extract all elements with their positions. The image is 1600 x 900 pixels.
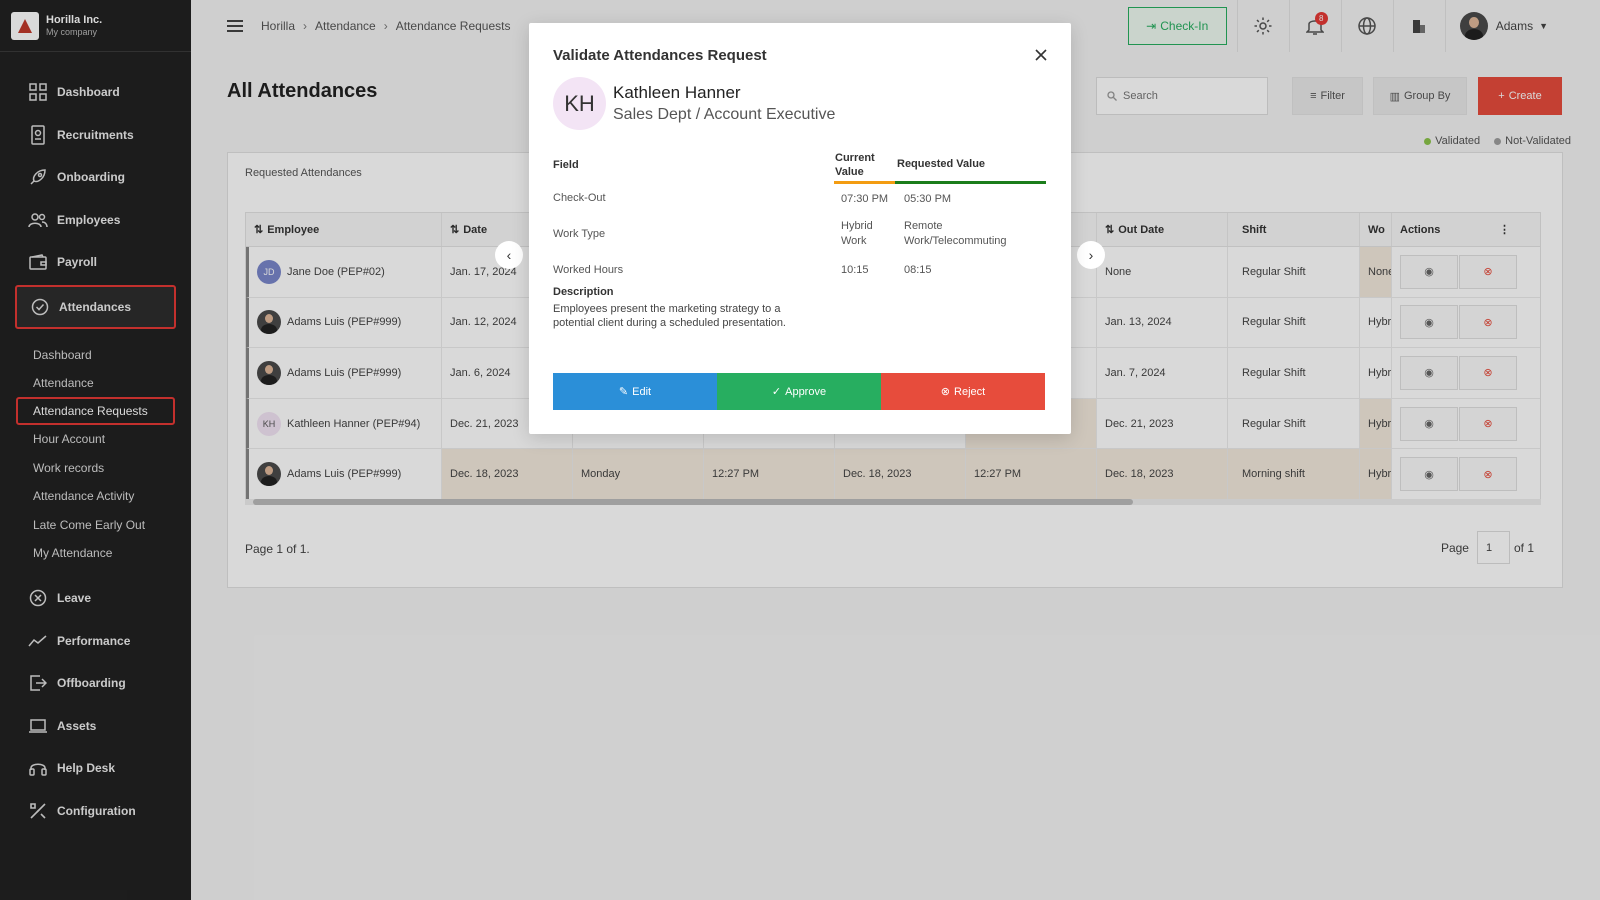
approve-button[interactable]: ✓ Approve [717,373,881,410]
validate-request-modal: Validate Attendances Request KH Kathleen… [529,23,1071,434]
edit-label: Edit [632,385,652,398]
current-value-bar [834,181,895,184]
description-label: Description [553,286,614,298]
requested-value-header: Requested Value [897,158,986,170]
field-worked-hours: Worked Hours [553,264,624,276]
reject-label: Reject [954,385,986,398]
field-check-out: Check-Out [553,192,606,204]
modal-title: Validate Attendances Request [553,47,767,64]
current-check-out: 07:30 PM [841,193,889,205]
edit-button[interactable]: ✎ Edit [553,373,717,410]
x-circle-icon: ⊗ [940,386,951,398]
requested-worked-hours: 08:15 [904,264,932,276]
current-value-header: Current Value [835,152,875,178]
requested-check-out: 05:30 PM [904,193,952,205]
current-worked-hours: 10:15 [841,264,869,276]
approve-label: Approve [785,385,827,398]
employee-department: Sales Dept / Account Executive [613,106,836,123]
edit-icon: ✎ [618,386,629,398]
close-icon[interactable] [1033,47,1049,63]
check-icon: ✓ [771,386,782,398]
chevron-left-icon: ‹ [506,247,512,263]
employee-avatar: KH [553,77,606,130]
reject-button[interactable]: ⊗ Reject [881,373,1045,410]
field-header: Field [553,159,579,171]
chevron-right-icon: › [1088,247,1094,263]
requested-work-type: Remote Work/Telecommuting [904,220,1007,247]
next-request-button[interactable]: › [1077,241,1105,269]
description-text: Employees present the marketing strategy… [553,303,786,329]
current-work-type: Hybrid Work [841,220,873,247]
field-work-type: Work Type [553,228,606,240]
employee-name: Kathleen Hanner [613,83,741,102]
requested-value-bar [895,181,1046,184]
previous-request-button[interactable]: ‹ [495,241,523,269]
